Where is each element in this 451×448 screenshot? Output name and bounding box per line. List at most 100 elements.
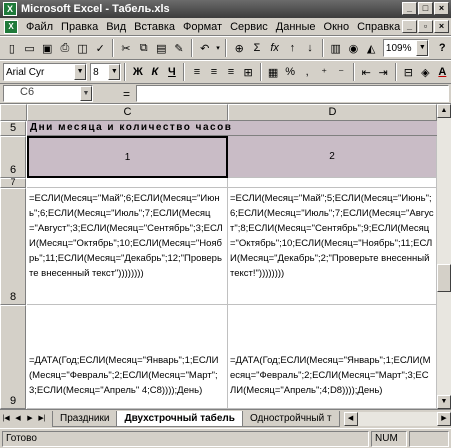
font-size-select[interactable]: 8 ▼ (90, 63, 122, 81)
sheet-tab-two-line[interactable]: Двухстрочный табель (116, 410, 243, 427)
next-sheet-icon[interactable]: ▶ (24, 412, 36, 426)
font-color-icon[interactable]: A (434, 62, 451, 82)
borders-icon[interactable]: ⊟ (400, 62, 417, 82)
help-icon[interactable]: ? (433, 38, 451, 58)
cell-c8[interactable]: =ЕСЛИ(Месяц="Май";6;ЕСЛИ(Месяц="Июнь";6;… (27, 188, 228, 305)
standard-toolbar: ▯ ▭ ▣ ⎙ ◫ ✓ ✂ ⧉ ▤ ✎ ↶ ▾ ⊕ Σ fx ↑ ↓ ▥ ◉ ◭… (0, 36, 451, 60)
row-header-5[interactable]: 5 (0, 121, 26, 136)
copy-icon[interactable]: ⧉ (135, 38, 153, 58)
sheet-tab-bar: |◀ ◀ ▶ ▶| Праздники Двухстрочный табель … (0, 409, 451, 427)
cell-d9[interactable]: =ДАТА(Год;ЕСЛИ(Месяц="Январь";1;ЕСЛИ(Мес… (228, 305, 437, 409)
close-button[interactable]: × (434, 2, 449, 15)
chevron-down-icon[interactable]: ▼ (416, 40, 429, 56)
increase-decimal-icon[interactable]: ⁺ (316, 62, 333, 82)
cell-c9[interactable]: =ДАТА(Год;ЕСЛИ(Месяц="Январь";1;ЕСЛИ(Мес… (27, 305, 228, 409)
maximize-button[interactable]: □ (418, 2, 433, 15)
undo-icon[interactable]: ↶ (196, 38, 214, 58)
doc-minimize-button[interactable]: _ (402, 20, 417, 33)
workbook-icon[interactable]: X (4, 19, 18, 34)
last-sheet-icon[interactable]: ▶| (36, 412, 48, 426)
scroll-down-icon[interactable]: ▼ (437, 395, 451, 409)
autosum-icon[interactable]: Σ (248, 38, 266, 58)
cell-c6[interactable]: 1 (27, 136, 228, 178)
font-name-select[interactable]: Arial Cyr ▼ (3, 63, 88, 81)
save-icon[interactable]: ▣ (38, 38, 56, 58)
align-center-icon[interactable]: ≡ (205, 62, 222, 82)
scroll-thumb[interactable] (437, 264, 451, 292)
increase-indent-icon[interactable]: ⇥ (375, 62, 392, 82)
percent-icon[interactable]: % (282, 62, 299, 82)
name-box[interactable]: C6 ▼ (3, 85, 93, 102)
scroll-left-icon[interactable]: ◀ (343, 411, 358, 426)
hyperlink-icon[interactable]: ⊕ (230, 38, 248, 58)
zoom-select[interactable]: 109% ▼ (382, 39, 430, 57)
italic-button[interactable]: К (146, 62, 163, 82)
cell-d7[interactable] (228, 178, 437, 188)
fill-color-icon[interactable]: ◈ (417, 62, 434, 82)
drawing-icon[interactable]: ◭ (362, 38, 380, 58)
cell-c7[interactable] (27, 178, 228, 188)
sort-desc-icon[interactable]: ↓ (301, 38, 319, 58)
new-icon[interactable]: ▯ (3, 38, 21, 58)
decrease-decimal-icon[interactable]: ⁻ (333, 62, 350, 82)
formatting-toolbar: Arial Cyr ▼ 8 ▼ Ж К Ч ≡ ≡ ≡ ⊞ ▦ % , ⁺ ⁻ … (0, 60, 451, 84)
row-header-9[interactable]: 9 (0, 305, 26, 409)
map-icon[interactable]: ◉ (345, 38, 363, 58)
align-left-icon[interactable]: ≡ (188, 62, 205, 82)
row-header-8[interactable]: 8 (0, 188, 26, 305)
prev-sheet-icon[interactable]: ◀ (12, 412, 24, 426)
sheet-tab-holidays[interactable]: Праздники (52, 410, 118, 427)
align-right-icon[interactable]: ≡ (223, 62, 240, 82)
minimize-button[interactable]: _ (402, 2, 417, 15)
menu-data[interactable]: Данные (272, 21, 320, 33)
excel-icon: X (3, 2, 17, 16)
menu-insert[interactable]: Вставка (130, 21, 179, 33)
underline-button[interactable]: Ч (163, 62, 180, 82)
format-painter-icon[interactable]: ✎ (170, 38, 188, 58)
menu-file[interactable]: Файл (22, 21, 57, 33)
menu-view[interactable]: Вид (102, 21, 130, 33)
section-title-cell[interactable]: Дни месяца и количество часов (27, 121, 451, 136)
open-icon[interactable]: ▭ (21, 38, 39, 58)
horizontal-scrollbar[interactable]: ◀ ▶ (343, 411, 451, 426)
spelling-icon[interactable]: ✓ (91, 38, 109, 58)
row-header-6[interactable]: 6 (0, 136, 26, 178)
chart-wizard-icon[interactable]: ▥ (327, 38, 345, 58)
menu-edit[interactable]: Правка (57, 21, 102, 33)
merge-center-icon[interactable]: ⊞ (240, 62, 257, 82)
menu-tools[interactable]: Сервис (226, 21, 272, 33)
decrease-indent-icon[interactable]: ⇤ (358, 62, 375, 82)
column-header-c[interactable]: C (27, 104, 228, 121)
cell-d8[interactable]: =ЕСЛИ(Месяц="Май";5;ЕСЛИ(Месяц="Июнь";6;… (228, 188, 437, 305)
select-all-corner[interactable] (0, 104, 27, 121)
menu-format[interactable]: Формат (179, 21, 226, 33)
equals-sign[interactable]: = (123, 87, 130, 101)
menu-window[interactable]: Окно (320, 21, 354, 33)
currency-icon[interactable]: ▦ (265, 62, 282, 82)
row-header-7[interactable]: 7 (0, 177, 26, 188)
first-sheet-icon[interactable]: |◀ (0, 412, 12, 426)
paste-icon[interactable]: ▤ (153, 38, 171, 58)
scroll-up-icon[interactable]: ▲ (437, 104, 451, 118)
chevron-down-icon[interactable]: ▼ (74, 64, 87, 80)
chevron-down-icon[interactable]: ▼ (108, 64, 121, 80)
column-header-d[interactable]: D (228, 104, 437, 121)
vertical-scrollbar[interactable]: ▲ ▼ (437, 104, 451, 409)
chevron-down-icon[interactable]: ▼ (80, 86, 92, 101)
doc-close-button[interactable]: × (434, 20, 449, 33)
sort-asc-icon[interactable]: ↑ (283, 38, 301, 58)
function-icon[interactable]: fx (266, 38, 284, 58)
print-preview-icon[interactable]: ◫ (74, 38, 92, 58)
doc-restore-button[interactable]: ▫ (418, 20, 433, 33)
menu-help[interactable]: Справка (353, 21, 404, 33)
sheet-tab-one-line[interactable]: Одностройчный т (241, 410, 340, 427)
name-box-value: C6 (20, 86, 35, 98)
scroll-right-icon[interactable]: ▶ (437, 411, 451, 426)
comma-style-icon[interactable]: , (299, 62, 316, 82)
cut-icon[interactable]: ✂ (117, 38, 135, 58)
cell-d6[interactable]: 2 (228, 136, 437, 178)
formula-input[interactable] (136, 85, 449, 102)
bold-button[interactable]: Ж (129, 62, 146, 82)
print-icon[interactable]: ⎙ (56, 38, 74, 58)
redo-icon[interactable]: ▾ (214, 38, 223, 58)
